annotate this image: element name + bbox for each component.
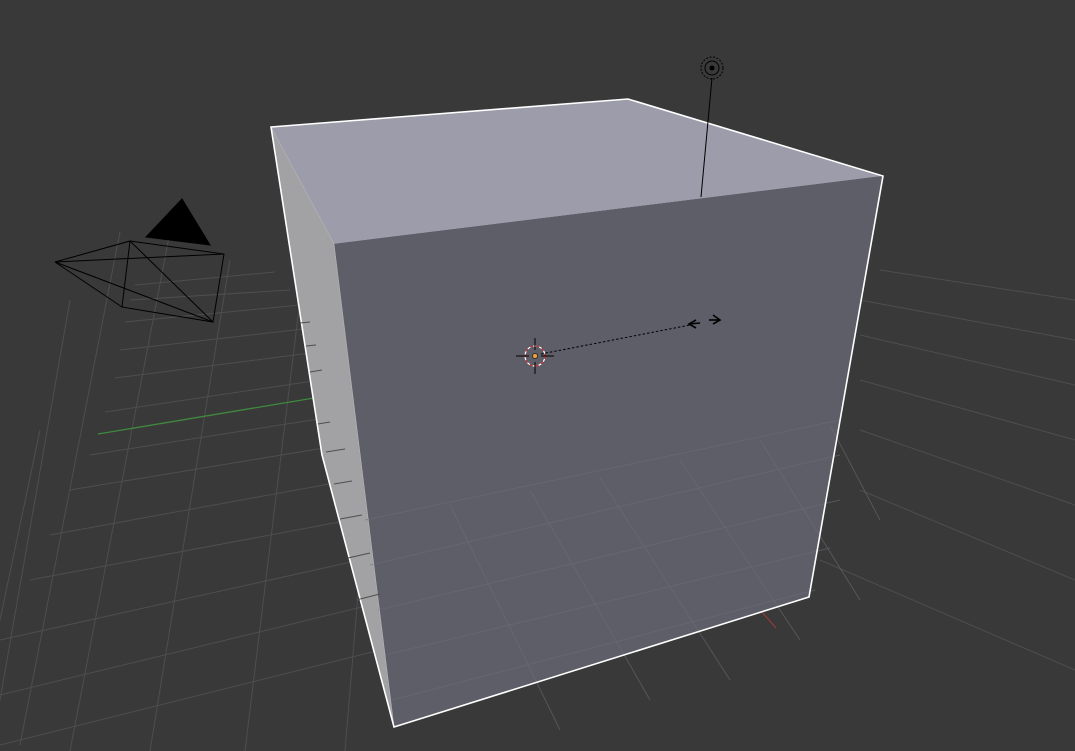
y-axis-line — [97, 395, 327, 435]
grid-line — [819, 559, 1075, 671]
grid-line — [859, 379, 1075, 441]
grid-line — [149, 259, 231, 751]
grid-line — [0, 604, 371, 696]
grid-line — [859, 299, 1075, 341]
grid-line — [124, 304, 301, 323]
grid-line — [134, 271, 276, 286]
grid-line — [129, 289, 291, 301]
grid-line — [49, 481, 341, 536]
grid-line — [859, 334, 1075, 386]
grid-line — [69, 446, 331, 491]
grid-line — [89, 417, 326, 456]
grid-line — [859, 429, 1075, 506]
camera-object[interactable] — [54, 198, 225, 323]
cube-front-face — [334, 176, 883, 727]
grid-line — [69, 231, 171, 751]
grid-line — [104, 379, 321, 413]
viewport-canvas[interactable] — [0, 0, 1075, 751]
grid-line — [29, 519, 351, 581]
grid-line — [114, 351, 319, 379]
grid-line — [19, 231, 121, 746]
grid-line — [0, 299, 71, 701]
grid-line — [244, 299, 301, 751]
camera-up-triangle-icon — [144, 198, 211, 246]
object-origin-dot — [532, 353, 538, 359]
grid-line — [859, 489, 1075, 581]
grid-line — [879, 269, 1075, 301]
grid-line — [0, 649, 381, 746]
cube-object[interactable] — [270, 98, 884, 731]
3d-viewport[interactable] — [0, 0, 1075, 751]
grid-line — [0, 429, 41, 621]
